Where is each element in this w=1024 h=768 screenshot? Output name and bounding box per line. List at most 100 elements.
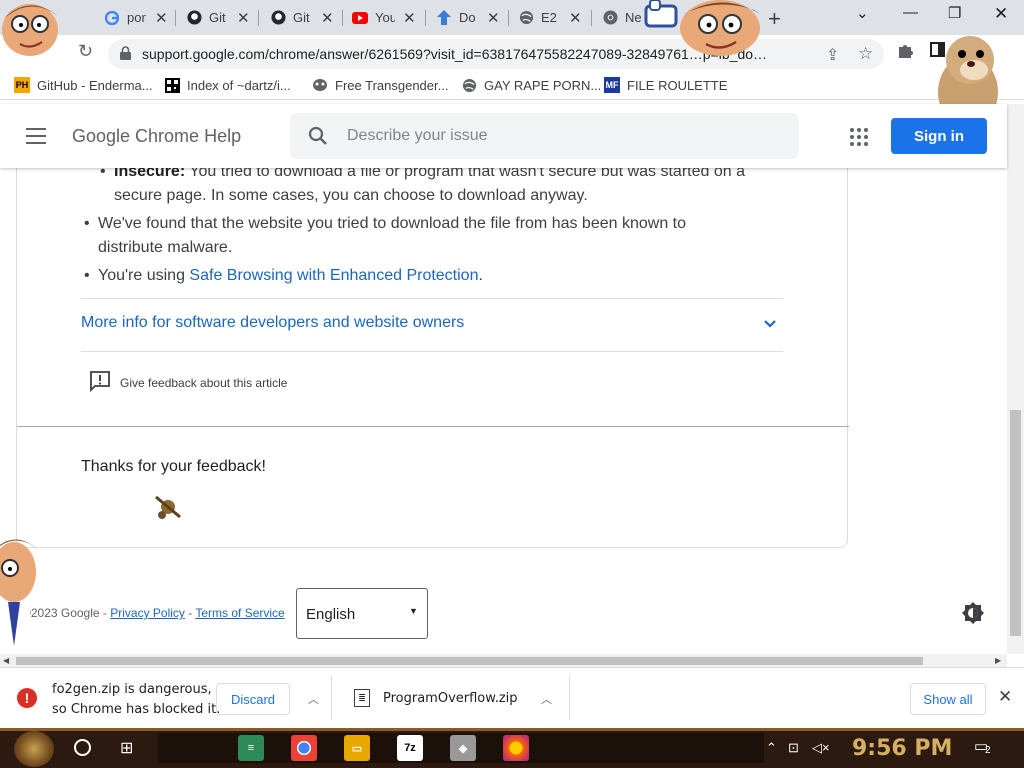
- bookmark-label: FILE ROULETTE: [627, 77, 728, 93]
- restore-icon[interactable]: ❐: [948, 4, 961, 22]
- dropdown-caret-icon: ▼: [409, 606, 418, 616]
- chrome-taskbar-icon[interactable]: [291, 735, 317, 761]
- scroll-right-icon[interactable]: ▶: [995, 656, 1001, 665]
- new-tab-icon[interactable]: +: [768, 6, 781, 32]
- chevron-up-icon[interactable]: ︿: [541, 691, 552, 707]
- search-placeholder: Describe your issue: [347, 127, 488, 144]
- start-button[interactable]: [14, 731, 54, 767]
- close-window-icon[interactable]: ✕: [994, 4, 1008, 24]
- tab-6[interactable]: E2 ✕: [518, 4, 582, 31]
- file-explorer-icon[interactable]: ▭: [344, 735, 370, 761]
- minimize-icon[interactable]: —: [903, 4, 918, 21]
- chevron-up-icon[interactable]: ︿: [308, 691, 319, 707]
- safe-browsing-link[interactable]: Safe Browsing with Enhanced Protection: [189, 267, 478, 284]
- insecure-bullet: • Insecure: You tried to download a file…: [100, 168, 745, 208]
- notification-count: 2: [985, 745, 991, 756]
- network-icon[interactable]: ⊡: [788, 740, 799, 756]
- give-feedback-link[interactable]: Give feedback about this article: [89, 370, 287, 395]
- warning-line-2: so Chrome has blocked it.: [52, 702, 221, 717]
- horizontal-scroll-thumb[interactable]: [16, 657, 923, 665]
- pornhub-favicon-icon: PH: [14, 77, 30, 93]
- tab-separator: [258, 10, 259, 26]
- language-select[interactable]: English ▼: [296, 588, 428, 639]
- app-icon[interactable]: ◈: [450, 735, 476, 761]
- bookmark-github[interactable]: PH GitHub - Enderma...: [14, 77, 153, 93]
- malware-line-2: distribute malware.: [98, 239, 233, 256]
- tab-5[interactable]: Do ✕: [436, 4, 500, 31]
- download-separator: [569, 676, 570, 720]
- main-menu-icon[interactable]: [26, 128, 46, 144]
- google-apps-icon[interactable]: [850, 128, 868, 146]
- notes-app-icon[interactable]: ≡: [238, 735, 264, 761]
- bookmark-gay[interactable]: GAY RAPE PORN...: [461, 77, 601, 93]
- tab-title: por: [127, 10, 146, 25]
- vertical-scroll-thumb[interactable]: [1010, 410, 1021, 636]
- tab-close-icon[interactable]: ✕: [569, 9, 582, 27]
- zip-file-icon: ≣: [354, 689, 370, 707]
- safe-browsing-bullet: • You're using Safe Browsing with Enhanc…: [84, 264, 483, 288]
- discard-button[interactable]: Discard: [216, 683, 290, 715]
- help-search-input[interactable]: Describe your issue: [290, 113, 799, 159]
- qr-code-icon: [164, 77, 180, 93]
- bookmark-label: Free Transgender...: [335, 77, 449, 93]
- danger-warning-icon: !: [17, 688, 37, 708]
- dark-mode-toggle-icon[interactable]: [962, 602, 984, 629]
- download-shelf: ! fo2gen.zip is dangerous, so Chrome has…: [0, 667, 1024, 728]
- tab-search-chevron-icon[interactable]: ⌄: [856, 4, 869, 22]
- download-filename[interactable]: ProgramOverflow.zip: [383, 691, 518, 706]
- page-footer: ©2023 Google - Privacy Policy - Terms of…: [0, 588, 1007, 648]
- insecure-text-2: secure page. In some cases, you can choo…: [114, 187, 588, 204]
- tab-2[interactable]: Git ✕: [186, 4, 250, 31]
- tab-title: E2: [541, 10, 557, 25]
- address-bar[interactable]: support.google.com/chrome/answer/6261569…: [108, 39, 884, 69]
- extensions-puzzle-icon[interactable]: [897, 42, 913, 63]
- horizontal-scrollbar[interactable]: ◀ ▶: [0, 654, 1007, 667]
- volume-muted-icon[interactable]: ◁×: [812, 740, 830, 756]
- browser-toolbar: ↻ support.google.com/chrome/answer/62615…: [0, 35, 1024, 72]
- chrome-icon: [602, 10, 618, 26]
- sign-in-button[interactable]: Sign in: [891, 118, 987, 154]
- tab-close-icon[interactable]: ✕: [237, 9, 250, 27]
- tab-strip: por ✕ Git ✕ Git ✕ You ✕ Do ✕ E2 ✕ Ne + ⌄…: [0, 0, 1024, 35]
- download-arrow-icon: [436, 10, 452, 26]
- terms-of-service-link[interactable]: Terms of Service: [195, 606, 284, 620]
- clock[interactable]: 9:56 PM: [852, 736, 952, 761]
- bookmark-index[interactable]: Index of ~dartz/i...: [164, 77, 291, 93]
- show-all-downloads-button[interactable]: Show all: [910, 683, 986, 715]
- tab-title: Git: [293, 10, 310, 25]
- 7zip-icon[interactable]: 7z: [397, 735, 423, 761]
- firefox-icon[interactable]: [503, 735, 529, 761]
- tab-separator: [425, 10, 426, 26]
- help-center-title[interactable]: Google Chrome Help: [72, 126, 241, 147]
- divider: [81, 351, 783, 352]
- vertical-scrollbar[interactable]: [1007, 104, 1024, 654]
- bookmark-star-icon[interactable]: ☆: [858, 44, 873, 64]
- tab-7[interactable]: Ne: [602, 4, 645, 31]
- tab-close-icon[interactable]: ✕: [403, 9, 416, 27]
- tab-1[interactable]: por ✕: [104, 4, 168, 31]
- share-icon[interactable]: ⇪: [826, 45, 839, 65]
- scroll-left-icon[interactable]: ◀: [3, 656, 9, 665]
- search-icon[interactable]: [308, 126, 328, 151]
- tray-chevron-icon[interactable]: ⌃: [766, 740, 777, 756]
- bookmark-free[interactable]: Free Transgender...: [312, 77, 448, 93]
- chevron-down-icon[interactable]: [763, 316, 777, 334]
- tab-separator: [508, 10, 509, 26]
- task-view-icon[interactable]: ⊞: [120, 738, 133, 758]
- bookmark-file-roulette[interactable]: MF FILE ROULETTE: [604, 77, 727, 93]
- more-info-expander[interactable]: More info for software developers and we…: [81, 314, 464, 332]
- lock-icon[interactable]: [120, 46, 131, 65]
- privacy-policy-link[interactable]: Privacy Policy: [110, 606, 185, 620]
- close-shelf-icon[interactable]: ✕: [998, 687, 1012, 707]
- cartoon-face-icon: [0, 536, 38, 653]
- reload-icon[interactable]: ↻: [78, 41, 93, 62]
- tab-close-icon[interactable]: ✕: [487, 9, 500, 27]
- tab-title: Ne: [625, 10, 642, 25]
- tab-close-icon[interactable]: ✕: [155, 9, 168, 27]
- tab-4[interactable]: You ✕: [352, 4, 416, 31]
- tab-3[interactable]: Git ✕: [270, 4, 334, 31]
- tab-close-icon[interactable]: ✕: [321, 9, 334, 27]
- article-content: • Insecure: You tried to download a file…: [0, 168, 1007, 654]
- search-circle-icon[interactable]: [74, 739, 91, 756]
- bullet-dot: •: [84, 215, 90, 232]
